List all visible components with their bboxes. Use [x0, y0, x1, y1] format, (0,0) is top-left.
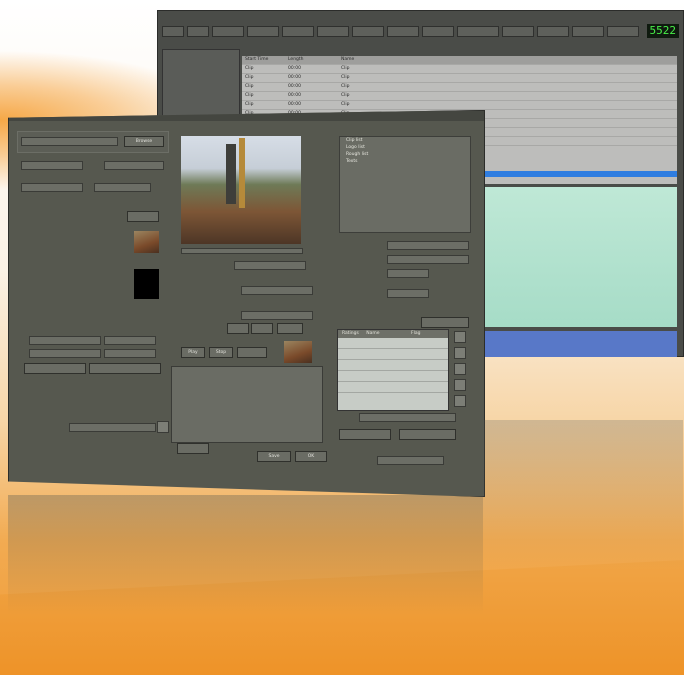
- play-button[interactable]: Play: [181, 347, 205, 358]
- duration-stepper[interactable]: [387, 269, 429, 278]
- toolbar-button[interactable]: [537, 25, 569, 37]
- toolbar-button[interactable]: [457, 25, 499, 37]
- edit-button[interactable]: [177, 443, 209, 454]
- snapshot-button[interactable]: [237, 347, 267, 358]
- set-start-button[interactable]: [24, 363, 86, 374]
- table-row[interactable]: Clip00:00Clip: [242, 65, 677, 74]
- toolbar-button[interactable]: [187, 25, 209, 37]
- side-button[interactable]: [454, 347, 466, 359]
- offset-stepper[interactable]: [387, 289, 429, 298]
- video-object: [239, 138, 245, 208]
- toolbar-button[interactable]: [162, 25, 184, 37]
- insert-button[interactable]: [127, 211, 159, 222]
- browse-button[interactable]: Browse: [124, 136, 164, 147]
- back-toolbar: 5522: [162, 23, 679, 39]
- start-time-field[interactable]: [104, 336, 156, 345]
- tree-node[interactable]: Rough list: [340, 151, 470, 158]
- set-end-button[interactable]: [89, 363, 161, 374]
- table-row[interactable]: [338, 338, 448, 349]
- transition-select[interactable]: [387, 255, 469, 264]
- tree-node[interactable]: Clip list: [340, 137, 470, 144]
- toolbar-button[interactable]: [282, 25, 314, 37]
- time-display: 5522: [646, 24, 679, 38]
- table-row[interactable]: [338, 360, 448, 371]
- video-preview: [181, 136, 301, 244]
- end-field[interactable]: [29, 349, 101, 358]
- add-button[interactable]: [339, 429, 391, 440]
- seek-slider[interactable]: [181, 248, 303, 254]
- apply-button[interactable]: [421, 317, 469, 328]
- end-time-field[interactable]: [104, 349, 156, 358]
- side-button[interactable]: [454, 331, 466, 343]
- stop-button[interactable]: Stop: [209, 347, 233, 358]
- tree-node[interactable]: Texts: [340, 158, 470, 165]
- table-row[interactable]: [338, 371, 448, 382]
- toolbar-button[interactable]: [352, 25, 384, 37]
- toolbar-button[interactable]: [212, 25, 244, 37]
- toolbar-button[interactable]: [572, 25, 604, 37]
- language-select[interactable]: [21, 161, 83, 170]
- ok-button[interactable]: OK: [295, 451, 327, 462]
- table-row[interactable]: [338, 349, 448, 360]
- grid-header: Start Time Length Name: [242, 56, 677, 65]
- goto-button[interactable]: [277, 323, 303, 334]
- toolbar-button[interactable]: [387, 25, 419, 37]
- start-field[interactable]: [29, 336, 101, 345]
- timeline-cursor-bar[interactable]: [478, 171, 677, 177]
- output-select[interactable]: [69, 423, 156, 432]
- clip-thumbnail: [134, 231, 159, 253]
- toolbar-button[interactable]: [317, 25, 349, 37]
- save-button[interactable]: Save: [257, 451, 291, 462]
- side-button[interactable]: [454, 395, 466, 407]
- toolbar-button[interactable]: [607, 25, 639, 37]
- codec-select[interactable]: [104, 161, 164, 170]
- window-reflection: [8, 495, 483, 615]
- table-row[interactable]: [338, 382, 448, 393]
- table-row[interactable]: Clip00:00Clip: [242, 92, 677, 101]
- tree-node[interactable]: Logo list: [340, 144, 470, 151]
- category-tree[interactable]: Clip list Logo list Rough list Texts: [339, 136, 471, 233]
- mark-in-button[interactable]: [227, 323, 249, 334]
- effect-select[interactable]: [387, 241, 469, 250]
- window-reflection: [483, 420, 683, 570]
- remove-button[interactable]: [399, 429, 456, 440]
- position-field[interactable]: [234, 261, 306, 270]
- type-select[interactable]: [94, 183, 151, 192]
- table-row[interactable]: Clip00:00Clip: [242, 74, 677, 83]
- mark-out-button[interactable]: [251, 323, 273, 334]
- dialog-window: Browse Play Stop Save OK Clip list Logo …: [8, 110, 485, 497]
- output-settings-button[interactable]: [157, 421, 169, 433]
- table-row[interactable]: Clip00:00Clip: [242, 83, 677, 92]
- duration-field[interactable]: [241, 286, 313, 295]
- footer-field[interactable]: [377, 456, 444, 465]
- timeline-ruler[interactable]: [478, 331, 677, 357]
- rating-table[interactable]: Ratings Name Flag: [337, 329, 449, 411]
- category-select[interactable]: [359, 413, 456, 422]
- toolbar-button[interactable]: [422, 25, 454, 37]
- timeline-track[interactable]: [478, 187, 677, 327]
- video-object: [226, 144, 236, 204]
- table-header: Ratings Name Flag: [338, 330, 448, 338]
- preview-swatch: [134, 269, 159, 299]
- side-button[interactable]: [454, 363, 466, 375]
- notes-textarea[interactable]: [171, 366, 323, 443]
- marker-field[interactable]: [241, 311, 313, 320]
- snapshot-thumbnail: [284, 341, 312, 363]
- toolbar-button[interactable]: [247, 25, 279, 37]
- toolbar-button[interactable]: [502, 25, 534, 37]
- table-row[interactable]: Clip00:00Clip: [242, 101, 677, 110]
- side-button[interactable]: [454, 379, 466, 391]
- format-select[interactable]: [21, 183, 83, 192]
- file-path-field[interactable]: [21, 137, 118, 146]
